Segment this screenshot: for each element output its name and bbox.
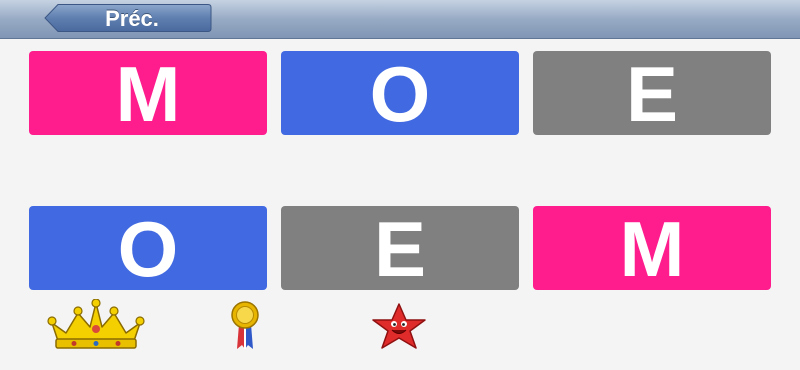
tile-letter: O	[369, 50, 431, 138]
letter-tile-top-2[interactable]: O	[281, 50, 519, 138]
tile-letter: E	[625, 50, 679, 138]
ribbon-medal-icon	[231, 301, 259, 349]
tile-letter: M	[115, 50, 181, 138]
tile-letter: M	[619, 205, 685, 293]
letter-tile-top-3[interactable]: E	[533, 50, 771, 138]
crown-icon	[47, 299, 145, 349]
star-face-icon	[372, 303, 426, 349]
tile-letter: O	[117, 205, 179, 293]
back-button-label: Préc.	[105, 6, 159, 31]
back-button[interactable]: Préc.	[44, 3, 212, 33]
letter-tile-top-1[interactable]: M	[29, 50, 267, 138]
letter-tile-bottom-1[interactable]: O	[29, 205, 267, 293]
letter-tile-bottom-3[interactable]: M	[533, 205, 771, 293]
tile-letter: E	[373, 205, 427, 293]
letter-tile-bottom-2[interactable]: E	[281, 205, 519, 293]
top-navigation-bar: Préc.	[0, 0, 800, 39]
